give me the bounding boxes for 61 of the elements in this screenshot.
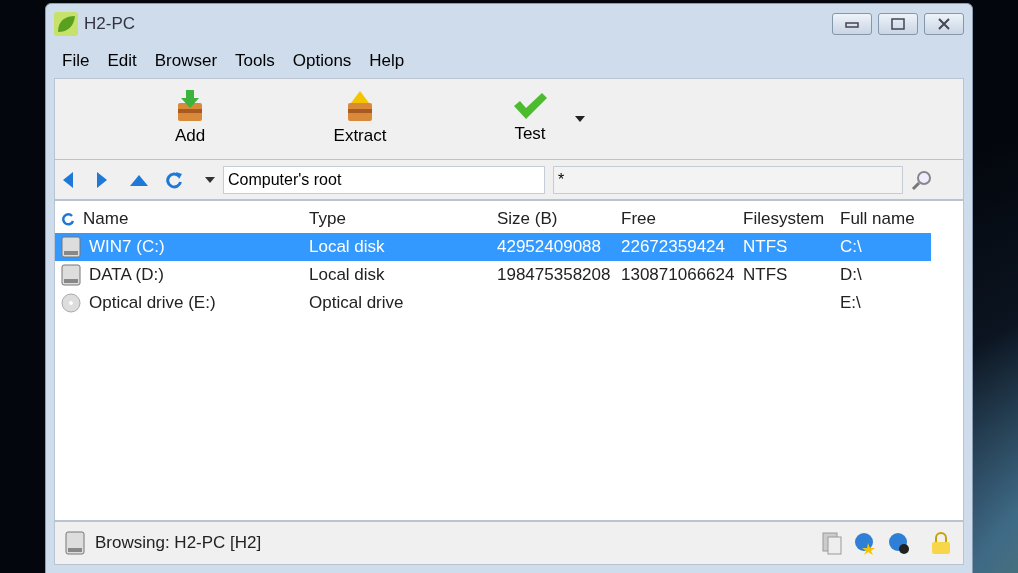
column-header[interactable]: Full name (840, 209, 915, 229)
add-button[interactable]: Add (105, 89, 275, 149)
box-icon (345, 89, 375, 124)
table-row[interactable]: Optical drive (E:) Optical drive E:\ (55, 289, 931, 317)
table-cell: Local disk (309, 265, 385, 285)
window-title: H2-PC (84, 13, 135, 36)
menu-item[interactable]: Tools (227, 48, 285, 74)
search-icon[interactable] (911, 168, 933, 191)
close-icon (937, 18, 951, 30)
disc-icon (61, 292, 81, 314)
table-cell: NTFS (743, 265, 788, 285)
close-button[interactable] (924, 13, 964, 35)
clipboard-icon[interactable] (821, 531, 843, 555)
table-cell: NTFS (743, 237, 788, 257)
table-cell: E:\ (840, 293, 861, 313)
dropdown-caret-icon[interactable] (205, 176, 215, 183)
test-button[interactable]: Test (445, 91, 615, 147)
table-row[interactable]: DATA (D:) Local disk 198475358208 130871066624 NTFS D:\ (55, 261, 931, 289)
menu-item[interactable]: Options (284, 48, 362, 74)
table-cell: D:\ (840, 265, 862, 285)
maximize-icon (891, 18, 905, 30)
table-cell-text: Optical drive (E:) (89, 292, 216, 315)
table-cell-text: DATA (D:) (89, 264, 164, 287)
leaf-icon (54, 12, 78, 36)
back-icon[interactable] (61, 170, 75, 189)
column-header[interactable]: Name (83, 206, 129, 232)
table-cell: Local disk (309, 237, 385, 257)
menu-item[interactable]: File (54, 48, 100, 74)
address-field[interactable]: Computer's root (223, 165, 545, 194)
table-cell: C:\ (840, 237, 862, 257)
extract-button[interactable]: Extract (275, 89, 445, 149)
dropdown-caret-icon[interactable] (575, 116, 585, 122)
drive-icon (65, 531, 85, 555)
table-cell: 42952409088 (497, 237, 601, 257)
box-icon (175, 89, 205, 124)
drive-icon (61, 236, 81, 258)
globe-star-icon[interactable] (853, 531, 877, 555)
column-header[interactable]: Size (B) (497, 209, 558, 229)
minimize-icon (845, 20, 859, 28)
table-cell: 198475358208 (497, 265, 611, 285)
drive-icon (61, 264, 81, 286)
column-header[interactable]: Type (309, 209, 346, 229)
filter-field[interactable]: * (553, 165, 903, 194)
column-header[interactable]: Filesystem (743, 209, 825, 229)
menu-item[interactable]: Edit (99, 48, 147, 74)
minimize-button[interactable] (832, 13, 872, 35)
menu-item[interactable]: Browser (146, 48, 228, 74)
refresh-icon[interactable] (165, 170, 183, 189)
forward-icon[interactable] (95, 170, 109, 189)
status-text: Browsing: H2-PC [H2] (95, 532, 262, 555)
table-cell-text: WIN7 (C:) (89, 236, 165, 259)
menu-item[interactable]: Help (361, 48, 415, 74)
table-cell: 22672359424 (621, 237, 725, 257)
maximize-button[interactable] (878, 13, 918, 35)
column-header[interactable]: Free (621, 209, 656, 229)
lock-icon[interactable] (929, 531, 953, 555)
globe-dot-icon[interactable] (887, 531, 911, 555)
checkmark-icon (512, 91, 548, 122)
table-cell: 130871066624 (621, 265, 735, 285)
refresh-icon[interactable] (61, 212, 75, 226)
table-cell: Optical drive (309, 293, 404, 313)
